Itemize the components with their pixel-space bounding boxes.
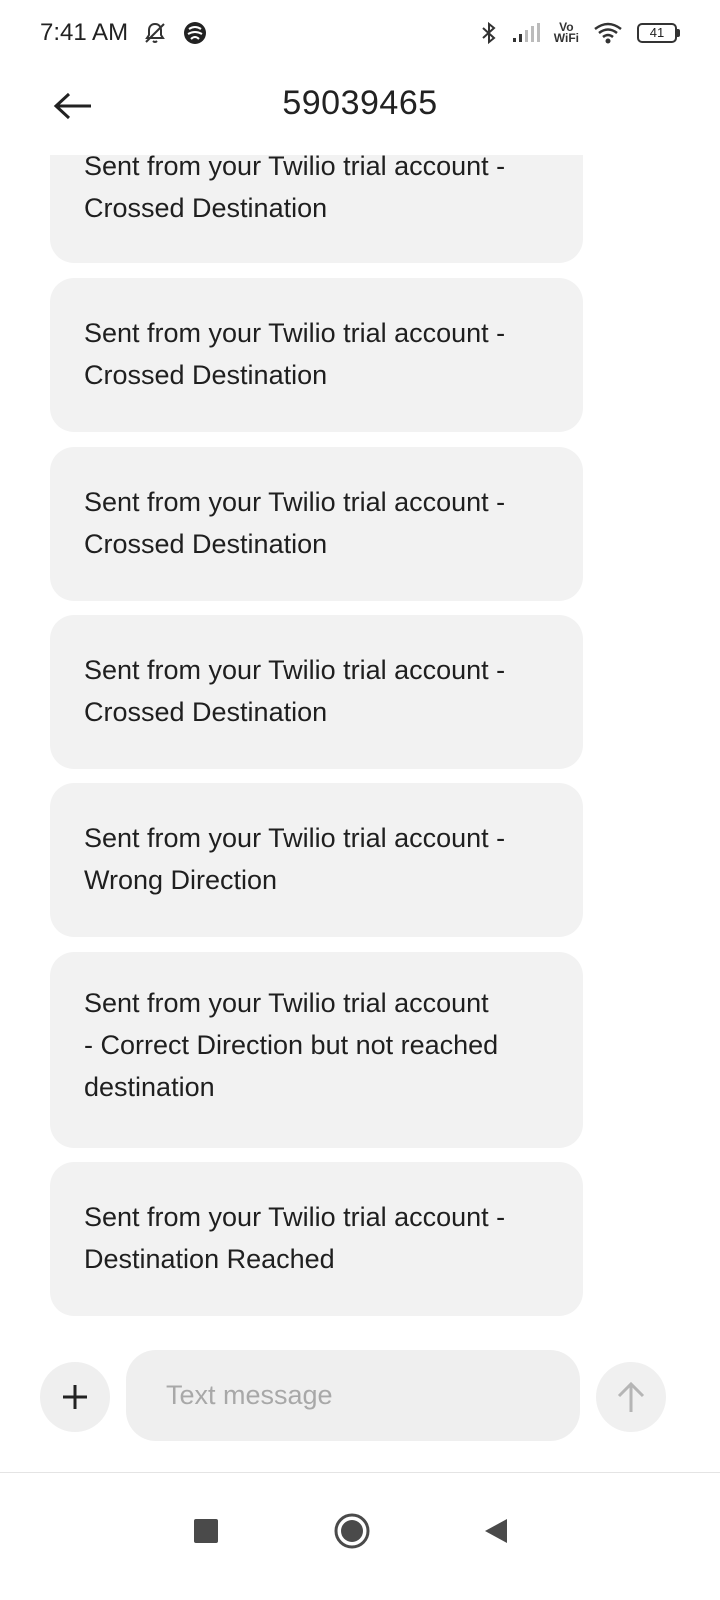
recents-square-icon	[194, 1519, 218, 1543]
wifi-icon	[593, 21, 623, 45]
signal-icon	[512, 22, 540, 44]
send-button[interactable]	[596, 1362, 666, 1432]
message-bubble[interactable]: Sent from your Twilio trial account - Cr…	[50, 447, 583, 601]
status-right: Vo WiFi 41	[480, 21, 680, 45]
message-text: Sent from your Twilio trial account - Co…	[84, 988, 499, 1102]
bluetooth-icon	[480, 21, 498, 45]
status-left: 7:41 AM	[40, 19, 208, 47]
status-bar: 7:41 AM Vo WiFi 41	[0, 0, 720, 66]
vpn-icon	[182, 20, 208, 46]
message-bubble[interactable]: Sent from your Twilio trial account - Cr…	[50, 615, 583, 769]
home-circle-icon	[334, 1513, 370, 1549]
attach-button[interactable]	[40, 1362, 110, 1432]
status-time: 7:41 AM	[40, 19, 129, 46]
message-text: Sent from your Twilio trial account - Cr…	[84, 655, 506, 727]
message-bubble[interactable]: Sent from your Twilio trial account - Co…	[50, 952, 583, 1148]
vowifi-icon: Vo WiFi	[553, 21, 579, 45]
battery-tip	[677, 29, 680, 37]
system-nav-bar	[0, 1473, 720, 1600]
conversation-header: 59039465	[0, 70, 720, 150]
message-bubble[interactable]: Sent from your Twilio trial account - De…	[50, 1162, 583, 1316]
mute-notifications-icon	[142, 20, 168, 46]
back-triangle-icon	[485, 1519, 507, 1543]
message-text: Sent from your Twilio trial account - Cr…	[84, 155, 506, 223]
message-text: Sent from your Twilio trial account - Cr…	[84, 487, 506, 559]
battery-level: 41	[637, 23, 677, 43]
plus-icon	[63, 1385, 87, 1409]
message-bubble[interactable]: Sent from your Twilio trial account - Wr…	[50, 783, 583, 937]
message-text: Sent from your Twilio trial account - Wr…	[84, 823, 506, 895]
message-bubble[interactable]: Sent from your Twilio trial account - Cr…	[50, 155, 583, 263]
send-arrow-icon	[617, 1381, 645, 1412]
conversation-title: 59039465	[282, 84, 438, 122]
message-bubble[interactable]: Sent from your Twilio trial account - Cr…	[50, 278, 583, 432]
message-text: Sent from your Twilio trial account - De…	[84, 1202, 506, 1274]
recents-button[interactable]	[176, 1501, 236, 1561]
message-list[interactable]: Sent from your Twilio trial account - Cr…	[0, 155, 720, 1345]
text-message-input[interactable]	[126, 1350, 580, 1441]
back-nav-button[interactable]	[466, 1501, 526, 1561]
vowifi-label-bottom: WiFi	[553, 31, 579, 45]
messaging-screen: 7:41 AM Vo WiFi 41 59039465 Sent from yo…	[0, 0, 720, 1600]
home-button[interactable]	[322, 1501, 382, 1561]
message-text: Sent from your Twilio trial account - Cr…	[84, 318, 506, 390]
battery-icon: 41	[637, 23, 680, 43]
message-composer	[0, 1350, 720, 1445]
